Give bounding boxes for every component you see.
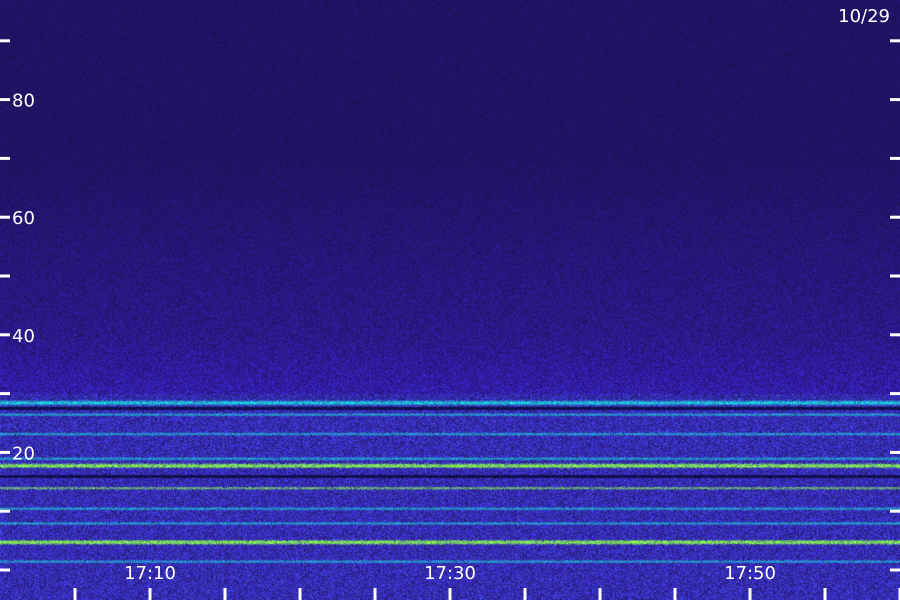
x-axis: 17:10 17:30 17:50 bbox=[73, 563, 900, 600]
date-label: 10/29 bbox=[838, 6, 890, 27]
y-tick-label-60: 60 bbox=[12, 208, 35, 229]
x-tick-label-17:10: 17:10 bbox=[124, 563, 176, 584]
y-tick-label-20: 20 bbox=[12, 443, 35, 464]
spectrogram-chart: 20406080100 17:1017:3017:50 10/29 bbox=[0, 0, 900, 600]
axes-overlay: 20406080100 17:1017:3017:50 bbox=[0, 39, 900, 600]
y-tick-label-80: 80 bbox=[12, 91, 35, 112]
y-tick-label-40: 40 bbox=[12, 326, 35, 347]
y-axis: 20406080100 bbox=[0, 39, 900, 572]
x-tick-label-17:50: 17:50 bbox=[724, 563, 776, 584]
x-tick-label-17:30: 17:30 bbox=[424, 563, 476, 584]
